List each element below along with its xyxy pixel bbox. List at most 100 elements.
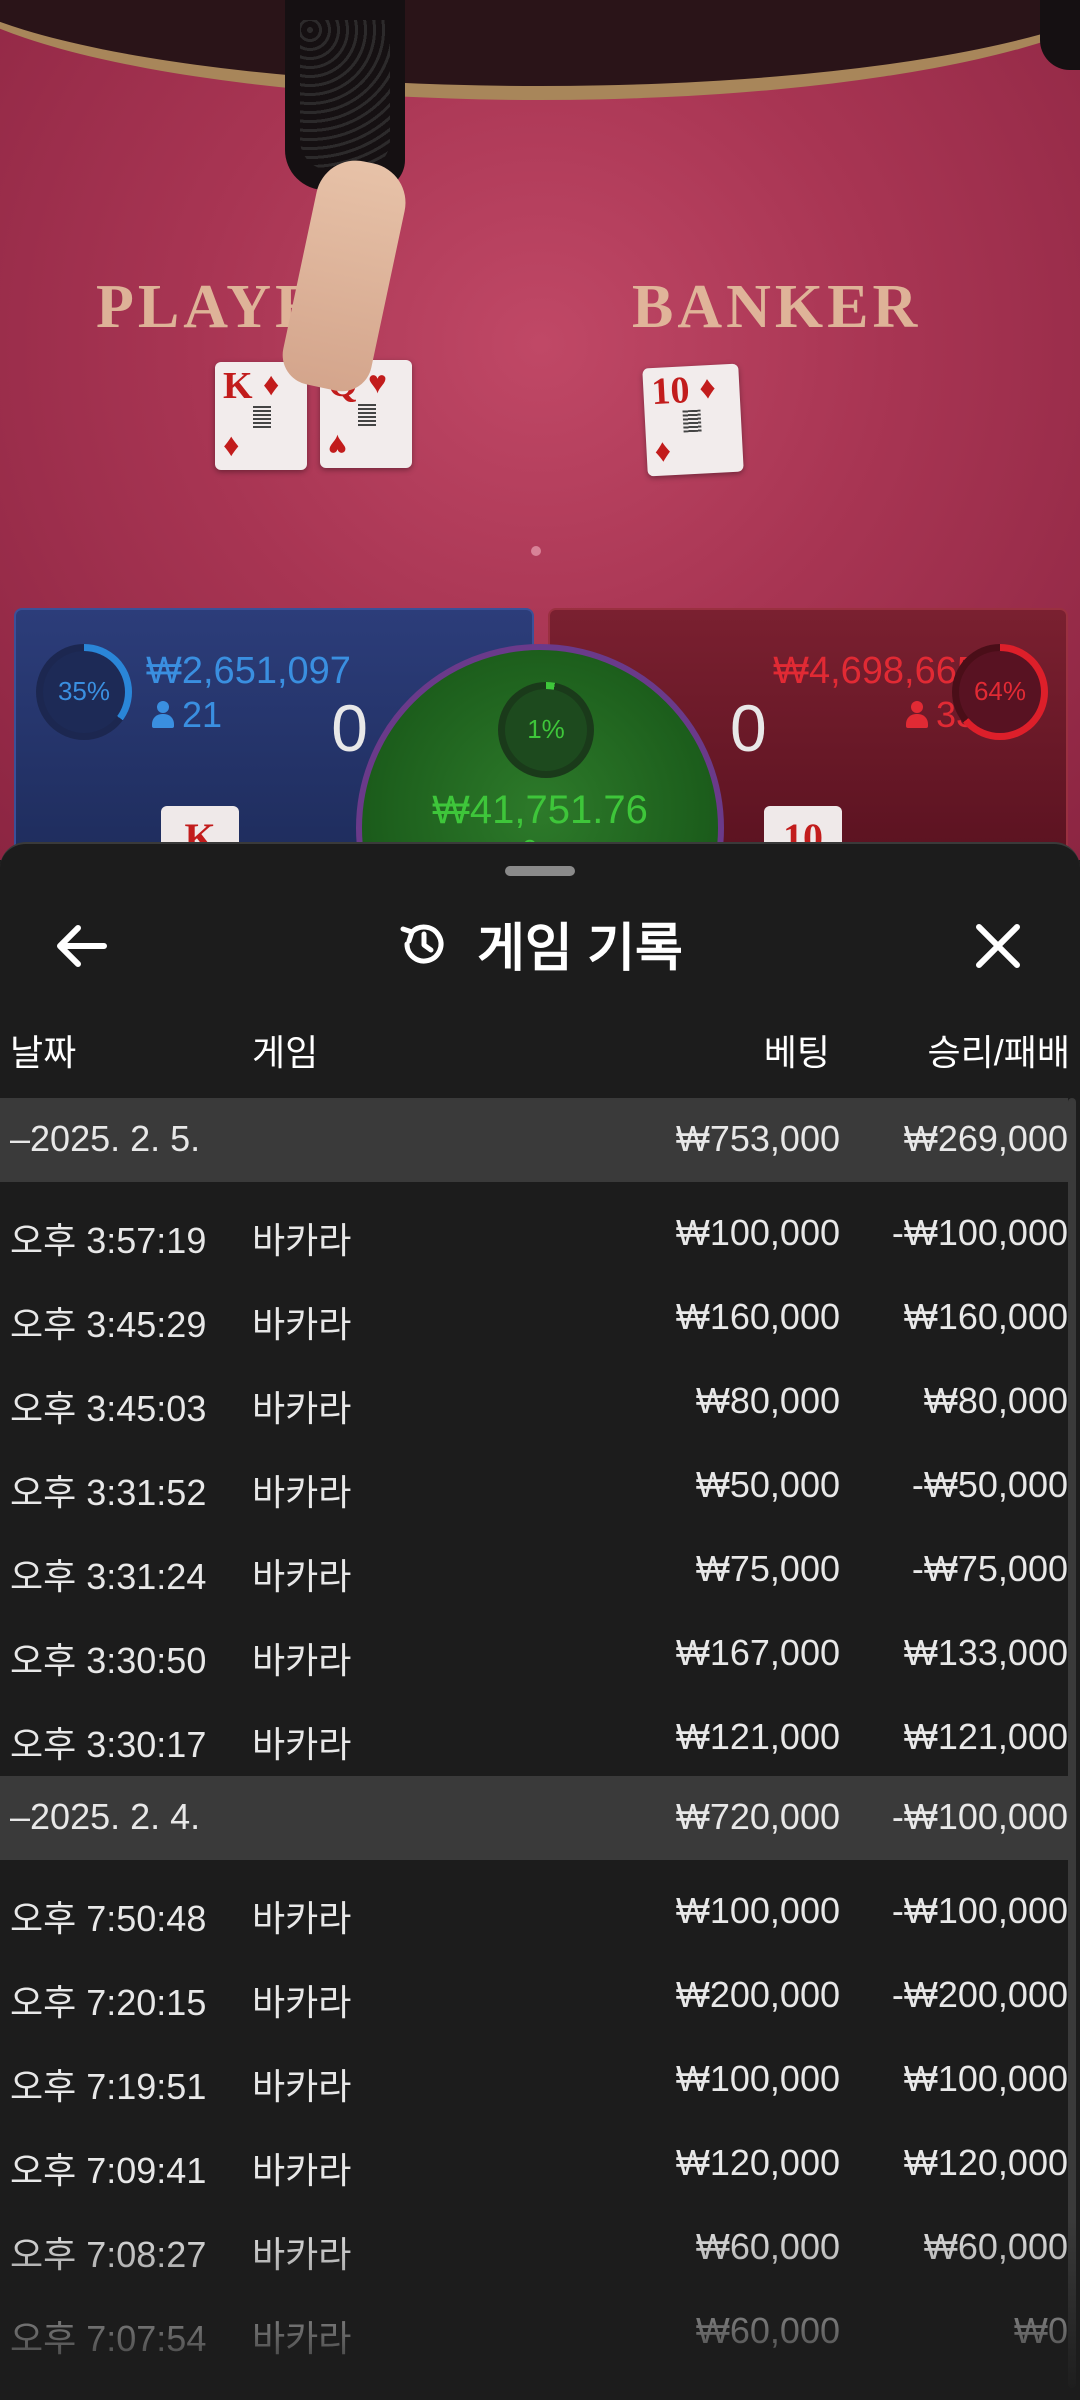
dealer-lace [300,20,390,170]
column-header-game[interactable]: 게임 [252,1024,318,1076]
row-bet: ₩120,000 [675,2142,840,2183]
history-row[interactable]: 오후 3:45:03 바카라 ₩80,000 ₩80,000 [0,1356,1068,1440]
game-history-sheet: 게임 기록 날짜 게임 베팅 승리/패배 –2025. 2. 5. ₩753,00… [0,842,1080,2400]
row-result: ₩133,000 [903,1632,1068,1673]
column-header-bet[interactable]: 베팅 [764,1024,830,1076]
row-game: 바카라 [252,1724,352,1765]
history-row[interactable]: 오후 7:09:41 바카라 ₩120,000 ₩120,000 [0,2118,1068,2202]
row-result: ₩80,000 [923,1380,1068,1421]
group-bet-total: ₩720,000 [675,1796,840,1837]
close-button[interactable] [960,908,1036,984]
row-bet: ₩167,000 [675,1632,840,1673]
banker-bet-total: ₩4,698,665 [773,650,978,692]
diamond-suit-icon: ♦ [698,368,717,406]
tie-bet-total: ₩41,751.76 [432,788,648,832]
tie-percent-ring: 1% [498,682,594,778]
row-bet: ₩100,000 [675,2058,840,2099]
history-list[interactable]: –2025. 2. 5. ₩753,000 ₩269,000 오후 3:57:19 바카… [0,1098,1068,2370]
history-row[interactable]: 오후 3:31:24 바카라 ₩75,000 -₩75,000 [0,1524,1068,1608]
history-row[interactable]: 오후 3:45:29 바카라 ₩160,000 ₩160,000 [0,1272,1068,1356]
banker-felt-label: BANKER [632,273,922,341]
row-time: 오후 3:57:19 [10,1220,207,1261]
row-result: ₩60,000 [923,2226,1068,2267]
row-game: 바카라 [252,1982,352,2023]
scrollbar[interactable] [1068,1098,1076,2388]
date-group-row[interactable]: –2025. 2. 5. ₩753,000 ₩269,000 [0,1098,1068,1182]
row-result: -₩100,000 [891,1212,1068,1253]
card-rank: 10 [650,369,691,414]
card-face-art [253,406,271,428]
sheet-title: 게임 기록 [477,920,683,978]
row-result: ₩121,000 [903,1716,1068,1757]
group-date: –2025. 2. 5. [10,1118,201,1159]
row-game: 바카라 [252,2318,352,2359]
row-time: 오후 7:08:27 [10,2234,207,2275]
card-face-art [682,409,702,433]
banker-percent-ring: 64% [952,644,1048,740]
group-result-total: ₩269,000 [903,1118,1068,1159]
table-rim [0,0,1080,100]
row-time: 오후 7:19:51 [10,2066,207,2107]
banker-card-1: 10 ♦ ♦ [642,363,744,477]
row-bet: ₩121,000 [675,1716,840,1757]
row-bet: ₩100,000 [675,1890,840,1931]
row-time: 오후 3:30:50 [10,1640,207,1681]
column-header-result[interactable]: 승리/패배 [928,1024,1070,1076]
row-game: 바카라 [252,1388,352,1429]
card-face-art [358,404,376,426]
row-time: 오후 3:45:03 [10,1388,207,1429]
dealer-arm [1040,0,1080,70]
row-game: 바카라 [252,1640,352,1681]
player-percent: 35% [57,676,111,706]
row-bet: ₩75,000 [695,1548,840,1589]
diamond-suit-icon: ♦ [653,435,672,473]
row-result: -₩100,000 [891,1890,1068,1931]
player-percent-ring: 35% [36,644,132,740]
sheet-drag-handle[interactable] [505,866,575,876]
player-bet-total: ₩2,651,097 [146,650,351,692]
row-bet: ₩50,000 [695,1464,840,1505]
row-result: -₩75,000 [911,1548,1068,1589]
row-time: 오후 7:20:15 [10,1982,207,2023]
row-game: 바카라 [252,1304,352,1345]
player-bettor-count-value: 21 [182,694,223,735]
row-time: 오후 7:09:41 [10,2150,207,2191]
history-row[interactable]: 오후 3:30:50 바카라 ₩167,000 ₩133,000 [0,1608,1068,1692]
history-row[interactable]: 오후 7:08:27 바카라 ₩60,000 ₩60,000 [0,2202,1068,2286]
row-game: 바카라 [252,2066,352,2107]
row-time: 오후 3:30:17 [10,1724,207,1765]
row-result: ₩0 [1014,2310,1068,2351]
history-row[interactable]: 오후 3:31:52 바카라 ₩50,000 -₩50,000 [0,1440,1068,1524]
row-bet: ₩60,000 [695,2226,840,2267]
row-game: 바카라 [252,1220,352,1261]
row-game: 바카라 [252,2234,352,2275]
diamond-suit-icon: ♦ [263,366,280,402]
player-bettor-count: 21 [152,694,222,736]
row-result: ₩160,000 [903,1296,1068,1337]
history-row[interactable]: 오후 3:30:17 바카라 ₩121,000 ₩121,000 [0,1692,1068,1776]
history-row[interactable]: 오후 7:20:15 바카라 ₩200,000 -₩200,000 [0,1950,1068,2034]
felt-indicator-dot [531,546,541,556]
column-header-date[interactable]: 날짜 [10,1024,76,1076]
card-rank: K [223,365,253,407]
row-bet: ₩200,000 [675,1974,840,2015]
tie-percent: 1% [527,714,565,744]
history-row[interactable]: 오후 7:19:51 바카라 ₩100,000 ₩100,000 [0,2034,1068,2118]
row-game: 바카라 [252,1472,352,1513]
person-icon [152,701,174,729]
history-row[interactable]: 오후 7:07:54 바카라 ₩60,000 ₩0 [0,2286,1068,2370]
row-time: 오후 7:50:48 [10,1898,207,1939]
live-game-view: PLAYER BANKER K ♦ ♦ Q ♥ ♥ 10 ♦ ♦ 35% ₩2,… [0,0,1080,860]
history-row[interactable]: 오후 7:50:48 바카라 ₩100,000 -₩100,000 [0,1866,1068,1950]
history-row[interactable]: 오후 3:57:19 바카라 ₩100,000 -₩100,000 [0,1188,1068,1272]
row-bet: ₩100,000 [675,1212,840,1253]
row-time: 오후 3:45:29 [10,1304,207,1345]
row-time: 오후 7:07:54 [10,2318,207,2359]
diamond-suit-icon: ♦ [223,430,240,466]
date-group-row[interactable]: –2025. 2. 4. ₩720,000 -₩100,000 [0,1776,1068,1860]
group-result-total: -₩100,000 [891,1796,1068,1837]
banker-percent: 64% [973,676,1027,706]
person-icon [905,701,928,729]
row-result: ₩120,000 [903,2142,1068,2183]
group-date: –2025. 2. 4. [10,1796,201,1837]
